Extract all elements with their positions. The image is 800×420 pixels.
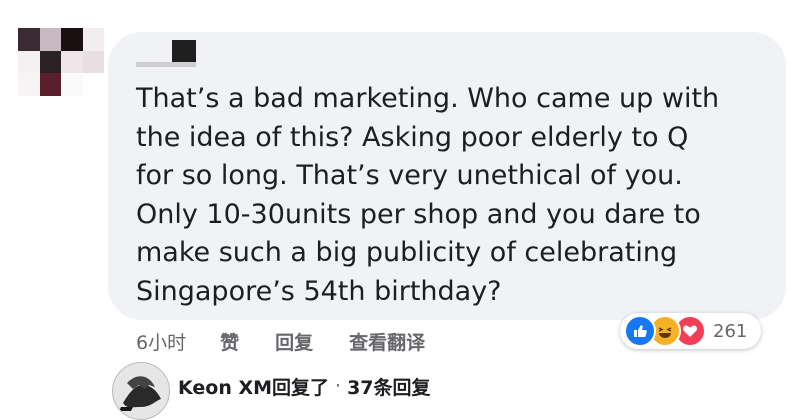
comment-timestamp[interactable]: 6小时 bbox=[136, 328, 186, 355]
reply-count[interactable]: 37条回复 bbox=[347, 373, 430, 400]
separator: · bbox=[335, 375, 342, 397]
commenter-name-redacted[interactable] bbox=[136, 40, 206, 70]
reactions-summary[interactable]: 261 bbox=[620, 313, 762, 349]
reply-avatar[interactable] bbox=[112, 362, 170, 420]
see-translation-button[interactable]: 查看翻译 bbox=[349, 328, 425, 355]
comment-actions: 6小时 赞 回复 查看翻译 bbox=[136, 326, 461, 356]
like-icon bbox=[624, 315, 656, 347]
reaction-count: 261 bbox=[713, 320, 748, 342]
reply-button[interactable]: 回复 bbox=[275, 328, 313, 355]
like-button[interactable]: 赞 bbox=[220, 328, 239, 355]
reply-author[interactable]: Keon XM回复了 bbox=[178, 373, 329, 400]
avatar[interactable] bbox=[18, 28, 104, 96]
reply-preview[interactable]: Keon XM回复了 · 37条回复 bbox=[178, 372, 431, 400]
comment-text: That’s a bad marketing. Who came up with… bbox=[136, 83, 720, 307]
